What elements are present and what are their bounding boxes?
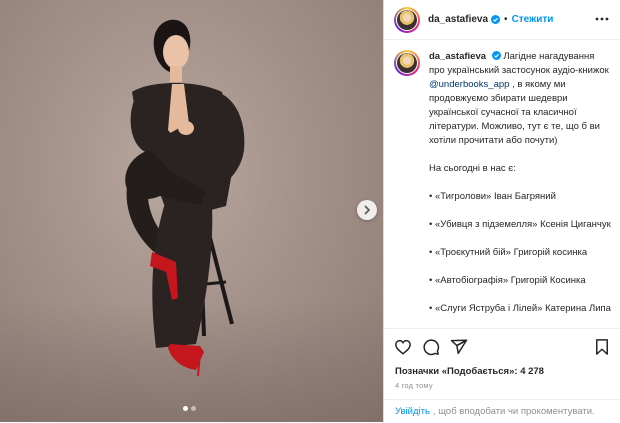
carousel-dot <box>191 406 196 411</box>
caption-area: da_astafieva Лагідне нагадування про укр… <box>384 40 620 328</box>
book-item: • «Убивця з підземелля» Ксенія Циганчук <box>429 219 611 230</box>
share-icon[interactable] <box>450 338 468 356</box>
likes-count[interactable]: Позначки «Подобається»: 4 278 <box>395 366 544 377</box>
follow-button[interactable]: Стежити <box>512 14 554 25</box>
bookmark-icon[interactable] <box>593 338 611 356</box>
caption-username[interactable]: da_astafieva <box>429 51 486 62</box>
post-sidebar: da_astafieva • Стежити da_astafieva Лагі… <box>383 0 620 422</box>
login-prompt: Увійдіть , щоб вподобати чи прокоментува… <box>384 399 620 423</box>
instagram-post: da_astafieva • Стежити da_astafieva Лагі… <box>0 0 620 422</box>
post-timestamp[interactable]: 4 год тому <box>395 381 433 390</box>
avatar[interactable] <box>394 6 420 33</box>
more-options-icon[interactable] <box>595 14 609 24</box>
post-media[interactable] <box>0 0 383 422</box>
login-prompt-text: , щоб вподобати чи прокоментувати. <box>432 406 595 417</box>
mention-link[interactable]: @underbooks_app <box>429 79 509 90</box>
carousel-dot <box>183 406 188 411</box>
avatar-photo <box>397 53 417 73</box>
action-icons <box>394 338 611 358</box>
avatar-photo <box>397 9 417 30</box>
carousel-indicator <box>183 406 196 411</box>
chevron-right-icon <box>364 205 371 215</box>
caption-avatar[interactable] <box>394 50 420 76</box>
comment-icon[interactable] <box>422 338 440 356</box>
separator-dot: • <box>504 14 508 25</box>
login-link[interactable]: Увійдіть <box>395 406 430 417</box>
carousel-next-button[interactable] <box>357 200 377 220</box>
verified-badge-icon <box>491 15 501 24</box>
post-header: da_astafieva • Стежити <box>384 0 620 40</box>
caption-intro: da_astafieva Лагідне нагадування про укр… <box>429 50 611 148</box>
book-item: • «Слуги Яструба і Лілей» Катерина Липа <box>429 303 611 314</box>
book-item: • «Троєкутний бій» Григорій косинка <box>429 247 588 258</box>
book-item: • «Тигролови» Іван Багряний <box>429 191 556 202</box>
post-actions: Позначки «Подобається»: 4 278 4 год тому… <box>384 328 620 422</box>
caption-text: da_astafieva Лагідне нагадування про укр… <box>429 50 611 328</box>
post-photo <box>125 19 245 377</box>
header-username[interactable]: da_astafieva <box>428 14 488 25</box>
book-item: • «Автобіографія» Григорій Косинка <box>429 275 586 286</box>
today-heading: На сьогодні в нас є: <box>429 163 516 174</box>
heart-icon[interactable] <box>394 338 412 356</box>
verified-badge-icon <box>491 51 501 60</box>
